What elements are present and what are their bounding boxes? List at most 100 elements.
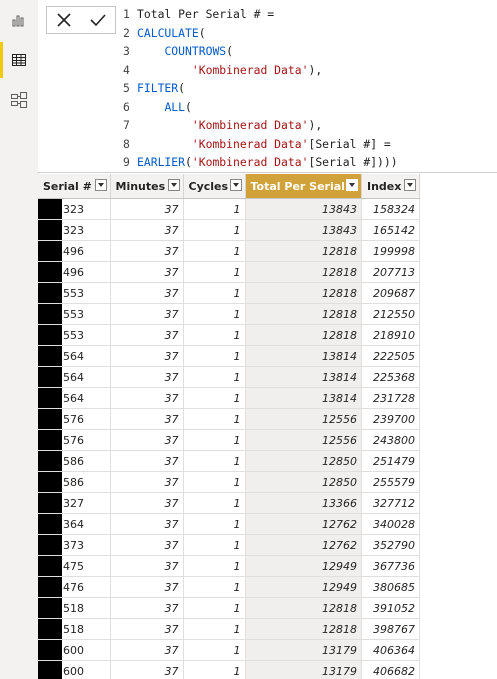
column-header-minutes[interactable]: Minutes [110, 174, 184, 199]
table-cell[interactable]: 600 [38, 639, 111, 661]
table-cell[interactable]: 564 [38, 387, 111, 409]
table-cell[interactable]: 13843 [245, 198, 362, 220]
table-cell[interactable]: 12818 [245, 261, 362, 283]
table-cell[interactable]: 37 [110, 219, 184, 241]
table-cell[interactable]: 586 [38, 471, 111, 493]
table-cell[interactable]: 1 [183, 219, 246, 241]
table-cell[interactable]: 225368 [361, 366, 420, 388]
table-cell[interactable]: 553 [38, 303, 111, 325]
table-cell[interactable]: 37 [110, 303, 184, 325]
table-cell[interactable]: 37 [110, 387, 184, 409]
table-cell[interactable]: 1 [183, 240, 246, 262]
table-cell[interactable]: 37 [110, 366, 184, 388]
table-cell[interactable]: 37 [110, 429, 184, 451]
table-cell[interactable]: 553 [38, 324, 111, 346]
table-cell[interactable]: 37 [110, 198, 184, 220]
table-cell[interactable]: 12818 [245, 303, 362, 325]
table-cell[interactable]: 37 [110, 597, 184, 619]
table-cell[interactable]: 1 [183, 387, 246, 409]
table-cell[interactable]: 12818 [245, 324, 362, 346]
table-cell[interactable]: 1 [183, 660, 246, 679]
table-cell[interactable]: 476 [38, 576, 111, 598]
column-header-cycles[interactable]: Cycles [183, 174, 246, 199]
filter-dropdown-icon[interactable] [345, 179, 358, 191]
table-cell[interactable]: 13179 [245, 660, 362, 679]
table-cell[interactable]: 251479 [361, 450, 420, 472]
filter-dropdown-icon[interactable] [167, 179, 180, 191]
table-cell[interactable]: 1 [183, 450, 246, 472]
table-cell[interactable]: 1 [183, 429, 246, 451]
table-cell[interactable]: 37 [110, 576, 184, 598]
table-cell[interactable]: 1 [183, 576, 246, 598]
table-cell[interactable]: 323 [38, 198, 111, 220]
table-cell[interactable]: 496 [38, 240, 111, 262]
table-cell[interactable]: 13814 [245, 387, 362, 409]
table-cell[interactable]: 12818 [245, 597, 362, 619]
table-cell[interactable]: 1 [183, 282, 246, 304]
table-cell[interactable]: 12850 [245, 450, 362, 472]
table-cell[interactable]: 37 [110, 261, 184, 283]
table-cell[interactable]: 37 [110, 450, 184, 472]
table-cell[interactable]: 586 [38, 450, 111, 472]
table-cell[interactable]: 380685 [361, 576, 420, 598]
table-cell[interactable]: 13366 [245, 492, 362, 514]
dax-formula-editor[interactable]: 1 Total Per Serial # = 2 CALCULATE(3 COUNTR… [123, 5, 398, 172]
table-cell[interactable]: 576 [38, 408, 111, 430]
table-cell[interactable]: 1 [183, 198, 246, 220]
column-header-index[interactable]: Index [361, 174, 420, 199]
table-cell[interactable]: 13814 [245, 366, 362, 388]
table-cell[interactable]: 475 [38, 555, 111, 577]
table-cell[interactable]: 12762 [245, 513, 362, 535]
table-cell[interactable]: 1 [183, 261, 246, 283]
table-cell[interactable]: 12949 [245, 576, 362, 598]
report-view-button[interactable] [0, 0, 38, 40]
table-cell[interactable]: 323 [38, 219, 111, 241]
table-cell[interactable]: 340028 [361, 513, 420, 535]
table-cell[interactable]: 391052 [361, 597, 420, 619]
table-cell[interactable]: 327 [38, 492, 111, 514]
table-cell[interactable]: 367736 [361, 555, 420, 577]
table-cell[interactable]: 1 [183, 597, 246, 619]
table-cell[interactable]: 564 [38, 345, 111, 367]
data-view-button[interactable] [0, 40, 38, 80]
table-cell[interactable]: 327712 [361, 492, 420, 514]
table-cell[interactable]: 165142 [361, 219, 420, 241]
table-cell[interactable]: 496 [38, 261, 111, 283]
table-cell[interactable]: 600 [38, 660, 111, 679]
commit-formula-button[interactable] [81, 7, 115, 33]
table-cell[interactable]: 37 [110, 555, 184, 577]
table-cell[interactable]: 1 [183, 345, 246, 367]
table-cell[interactable]: 12818 [245, 240, 362, 262]
table-cell[interactable]: 12850 [245, 471, 362, 493]
table-cell[interactable]: 222505 [361, 345, 420, 367]
table-cell[interactable]: 37 [110, 282, 184, 304]
table-cell[interactable]: 1 [183, 639, 246, 661]
table-cell[interactable]: 37 [110, 345, 184, 367]
model-view-button[interactable] [0, 80, 38, 120]
table-cell[interactable]: 218910 [361, 324, 420, 346]
table-cell[interactable]: 255579 [361, 471, 420, 493]
table-cell[interactable]: 231728 [361, 387, 420, 409]
table-cell[interactable]: 1 [183, 303, 246, 325]
table-cell[interactable]: 12556 [245, 429, 362, 451]
table-cell[interactable]: 243800 [361, 429, 420, 451]
table-cell[interactable]: 364 [38, 513, 111, 535]
table-cell[interactable]: 212550 [361, 303, 420, 325]
table-cell[interactable]: 37 [110, 324, 184, 346]
table-cell[interactable]: 553 [38, 282, 111, 304]
table-cell[interactable]: 564 [38, 366, 111, 388]
table-cell[interactable]: 1 [183, 324, 246, 346]
table-cell[interactable]: 1 [183, 534, 246, 556]
table-cell[interactable]: 398767 [361, 618, 420, 640]
filter-dropdown-icon[interactable] [229, 179, 242, 191]
table-cell[interactable]: 37 [110, 660, 184, 679]
table-cell[interactable]: 518 [38, 618, 111, 640]
filter-dropdown-icon[interactable] [94, 179, 107, 191]
table-cell[interactable]: 13179 [245, 639, 362, 661]
table-cell[interactable]: 158324 [361, 198, 420, 220]
column-header-total-per-serial[interactable]: Total Per Serial # [245, 174, 362, 199]
table-cell[interactable]: 12949 [245, 555, 362, 577]
cancel-formula-button[interactable] [47, 7, 81, 33]
table-cell[interactable]: 199998 [361, 240, 420, 262]
table-cell[interactable]: 37 [110, 240, 184, 262]
